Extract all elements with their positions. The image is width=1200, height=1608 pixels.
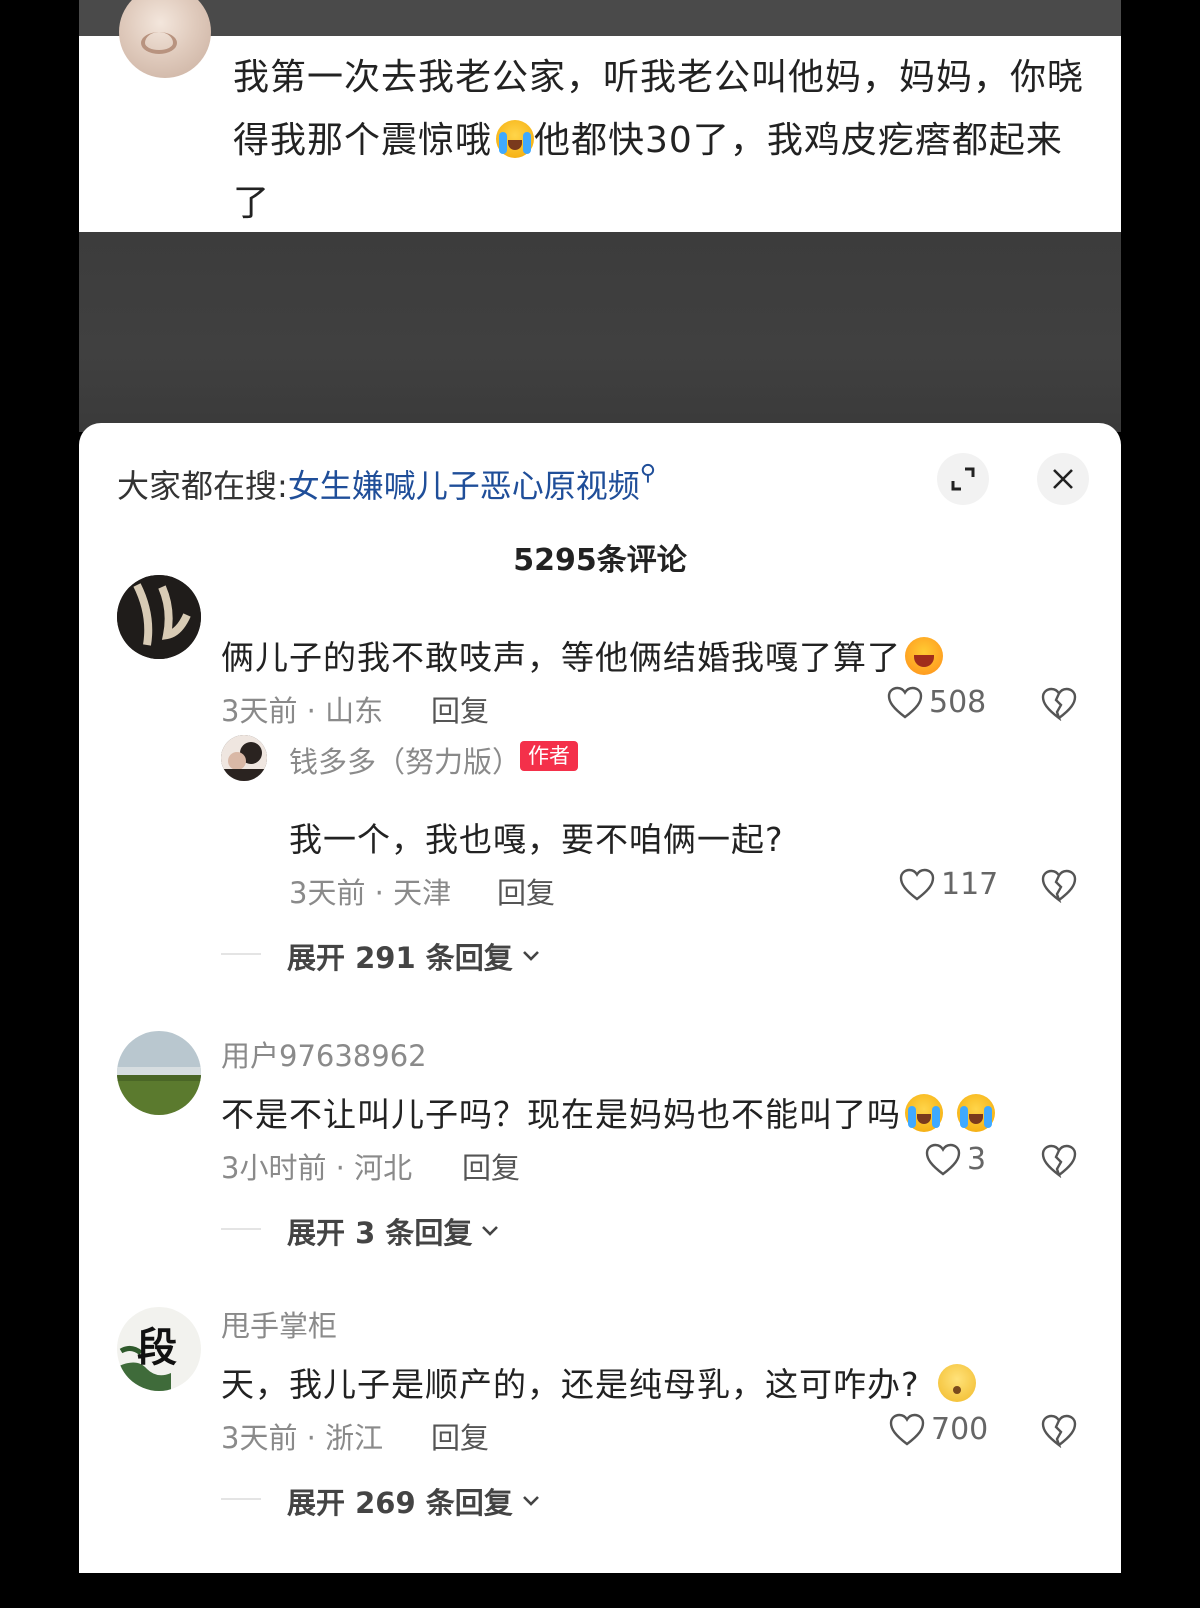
like-button[interactable]: 117	[899, 867, 998, 902]
comments-panel: 大家都在搜:女生嫌喊儿子恶心原视频⚲ 5295条评论 俩儿子的我不敢吱声，等他俩…	[79, 423, 1121, 1573]
crying-laughing-emoji-icon	[957, 1094, 995, 1132]
broken-heart-icon	[1041, 1414, 1077, 1448]
broken-heart-icon	[1041, 687, 1077, 721]
divider	[221, 1498, 261, 1500]
crying-laughing-emoji-icon	[905, 1094, 943, 1132]
expand-replies-button[interactable]: 展开 3 条回复	[287, 1210, 500, 1252]
expand-replies-button[interactable]: 展开 269 条回复	[287, 1480, 541, 1522]
like-count: 117	[941, 867, 999, 902]
divider	[221, 1228, 261, 1230]
like-count: 508	[929, 685, 987, 720]
dislike-button[interactable]	[1041, 1144, 1077, 1178]
search-suggestion-query[interactable]: 女生嫌喊儿子恶心原视频	[288, 467, 640, 505]
avatar[interactable]: 段	[117, 1307, 201, 1391]
like-button[interactable]: 508	[887, 685, 986, 720]
video-area[interactable]	[79, 232, 1121, 432]
like-button[interactable]: 700	[889, 1412, 988, 1447]
avatar-label: 段	[137, 1324, 177, 1371]
avatar[interactable]	[117, 1031, 201, 1115]
comment-text: 不是不让叫儿子吗？现在是妈妈也不能叫了吗	[221, 1088, 995, 1136]
reply-button[interactable]: 回复	[431, 1415, 489, 1457]
expand-replies-button[interactable]: 展开 291 条回复	[287, 935, 541, 977]
comment-text: 天，我儿子是顺产的，还是纯母乳，这可咋办?	[221, 1358, 976, 1406]
like-count: 3	[967, 1142, 987, 1177]
heart-icon	[899, 868, 935, 901]
search-suggestion-prefix: 大家都在搜:	[117, 467, 288, 505]
comment-count: 5295条评论	[513, 543, 687, 578]
expand-replies-label: 展开 3 条回复	[287, 1216, 473, 1250]
reply-button[interactable]: 回复	[497, 870, 555, 912]
chevron-down-icon	[522, 1496, 539, 1506]
avatar[interactable]	[221, 735, 267, 781]
chevron-down-icon	[482, 1226, 499, 1236]
comment-username[interactable]: 用户97638962	[221, 1033, 427, 1075]
comment-text: 俩儿子的我不敢吱声，等他俩结婚我嘎了算了	[221, 631, 943, 679]
expand-replies-label: 展开 269 条回复	[287, 1486, 513, 1520]
caption-text: 我第一次去我老公家，听我老公叫他妈，妈妈，你晓得我那个震惊哦 他都快30了，我鸡皮…	[233, 57, 1085, 224]
caption-author-avatar[interactable]	[119, 0, 211, 78]
close-icon[interactable]	[1037, 453, 1089, 505]
heart-icon	[889, 1413, 925, 1446]
like-button[interactable]: 3	[925, 1142, 986, 1177]
chevron-down-icon	[522, 951, 539, 961]
broken-heart-icon	[1041, 869, 1077, 903]
divider	[221, 953, 261, 955]
dislike-button[interactable]	[1041, 869, 1077, 903]
like-count: 700	[931, 1412, 989, 1447]
avatar[interactable]	[117, 575, 201, 659]
comment-username[interactable]: 甩手掌柜	[221, 1303, 337, 1345]
dislike-button[interactable]	[1041, 1414, 1077, 1448]
search-suggestion[interactable]: 大家都在搜:女生嫌喊儿子恶心原视频⚲	[117, 461, 656, 507]
search-icon: ⚲	[639, 461, 656, 486]
reply-button[interactable]: 回复	[431, 688, 489, 730]
reply-username[interactable]: 钱多多（努力版）	[289, 739, 521, 781]
heart-icon	[925, 1143, 961, 1176]
reply-text: 我一个，我也嘎，要不咱俩一起?	[289, 820, 784, 859]
caption-card: 我第一次去我老公家，听我老公叫他妈，妈妈，你晓得我那个震惊哦 他都快30了，我鸡皮…	[79, 0, 1121, 232]
laughing-emoji-icon	[905, 637, 943, 675]
video-top-strip	[79, 0, 1121, 36]
reply-time-location: 3天前 · 天津	[289, 876, 452, 910]
author-badge: 作者	[520, 741, 578, 771]
thinking-emoji-icon	[937, 1364, 976, 1402]
crying-laughing-emoji-icon	[496, 120, 535, 158]
broken-heart-icon	[1041, 1144, 1077, 1178]
comment-time-location: 3小时前 · 河北	[221, 1151, 413, 1185]
comment-time-location: 3天前 · 浙江	[221, 1421, 384, 1455]
comment-time-location: 3天前 · 山东	[221, 694, 384, 728]
expand-icon[interactable]	[937, 453, 989, 505]
dislike-button[interactable]	[1041, 687, 1077, 721]
expand-replies-label: 展开 291 条回复	[287, 941, 513, 975]
heart-icon	[887, 686, 923, 719]
reply-button[interactable]: 回复	[462, 1145, 520, 1187]
